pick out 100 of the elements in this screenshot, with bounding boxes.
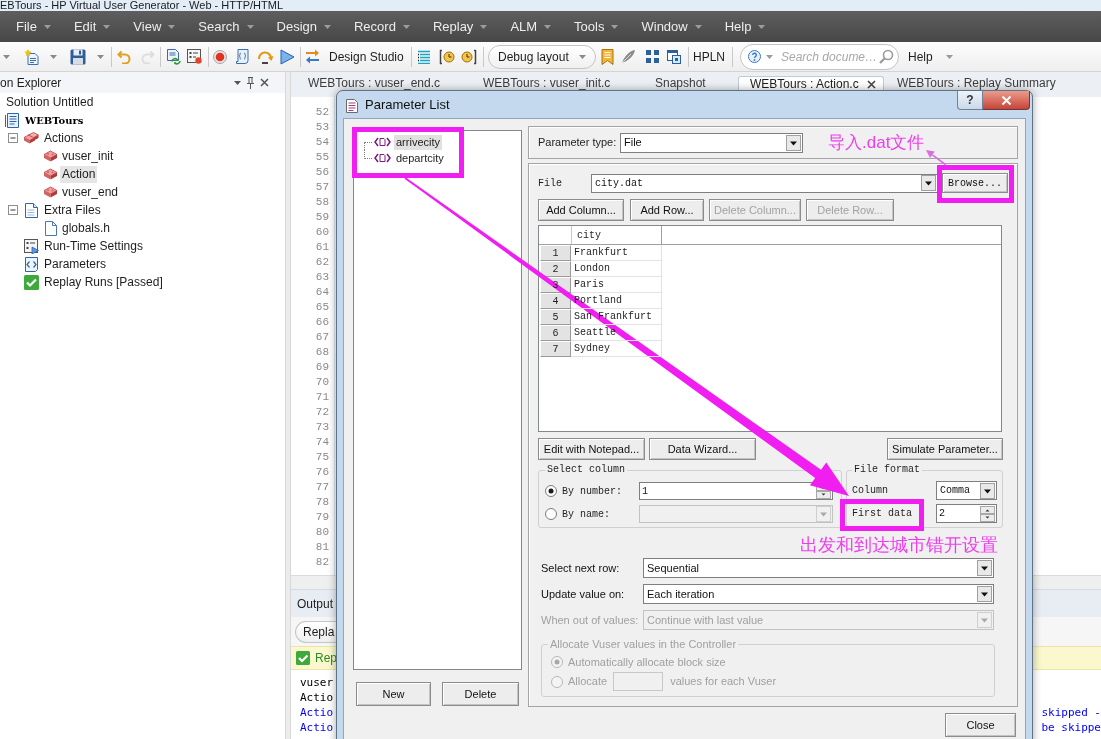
bookmark-icon[interactable] (601, 48, 614, 65)
brick-icon (43, 168, 58, 180)
checklist-icon[interactable] (187, 49, 202, 64)
menu-item[interactable]: File (16, 18, 51, 35)
menu-item[interactable]: Edit (73, 18, 111, 35)
group-title: Select column (546, 464, 626, 476)
play-icon[interactable] (280, 48, 295, 65)
setting-dropdown[interactable]: Sequential (643, 558, 994, 578)
setting-dropdown[interactable]: Each iteration (643, 584, 994, 604)
table-button[interactable]: Add Column... (538, 199, 624, 221)
document-refresh-icon[interactable] (165, 48, 181, 65)
table-cell: Frankfurt (571, 245, 662, 261)
caret-icon (758, 24, 766, 29)
tab[interactable]: WEBTours : vuser_init.c (472, 76, 642, 90)
tab[interactable]: Snapshot (644, 76, 736, 90)
tree-item[interactable]: Extra Files (42, 201, 103, 219)
menu-item[interactable]: View (133, 18, 176, 35)
feather-icon[interactable] (621, 49, 636, 64)
caret-icon[interactable] (97, 54, 104, 59)
count-field[interactable] (613, 672, 664, 691)
list-item[interactable]: arrivecity (394, 134, 442, 150)
caret-icon[interactable] (3, 54, 10, 59)
line-number: 75 (315, 450, 329, 465)
layout-dropdown[interactable]: Debug layout (488, 44, 596, 69)
search-icon[interactable] (879, 48, 894, 64)
window-close-button[interactable] (983, 91, 1030, 110)
tree-item[interactable]: Solution Untitled (4, 93, 96, 111)
script-icon[interactable] (235, 49, 249, 64)
save-icon[interactable] (70, 48, 86, 65)
caret-icon (246, 24, 254, 29)
table-button[interactable]: Add Row... (630, 199, 704, 221)
spinner-icon[interactable] (980, 505, 995, 522)
design-studio-button[interactable]: Design Studio (329, 47, 407, 66)
tree-item[interactable]: Actions (42, 129, 86, 147)
browse-button[interactable]: Browse... (942, 173, 1008, 193)
help-button[interactable]: ? (957, 91, 983, 110)
menu-item[interactable]: Replay (432, 18, 488, 35)
menu-item[interactable]: Record (354, 18, 410, 35)
tab[interactable]: WEBTours : Replay Summary (886, 76, 1091, 90)
data-button[interactable]: Edit with Notepad... (538, 438, 645, 460)
replay-button[interactable]: Repla (295, 620, 336, 643)
line-number: 76 (315, 465, 329, 480)
tab[interactable]: WEBTours : vuser_end.c (297, 76, 470, 90)
radio-button[interactable] (545, 485, 557, 497)
close-icon[interactable] (867, 80, 876, 89)
caret-icon[interactable] (234, 80, 241, 85)
hpln-button[interactable]: HPLN (693, 47, 727, 66)
number-field[interactable]: 1 (639, 482, 833, 500)
record-icon[interactable] (213, 49, 227, 64)
radio-label: Automatically allocate block size (568, 654, 726, 670)
tree-item[interactable]: Action (60, 165, 98, 183)
clock-icon[interactable] (461, 48, 477, 65)
number-field[interactable]: 2 (936, 504, 997, 523)
output-line: skipped - (1041, 705, 1101, 720)
data-button[interactable]: Data Wizard... (649, 438, 756, 460)
tree-item[interactable]: WEBTours (23, 111, 86, 129)
output-line: Actio (300, 690, 334, 705)
field-label: File (538, 176, 563, 191)
pin-icon[interactable] (247, 76, 254, 89)
tree-item[interactable]: vuser_init (60, 147, 116, 165)
line-number: 67 (315, 330, 329, 345)
check-icon (296, 651, 310, 665)
menu-item[interactable]: ALM (510, 18, 552, 35)
close-button[interactable]: Close (945, 713, 1016, 737)
curved-arrow-icon[interactable] (257, 48, 274, 65)
list-button[interactable]: Delete (442, 682, 519, 706)
clock-icon[interactable] (439, 48, 455, 65)
file-combo[interactable]: city.dat (591, 173, 938, 193)
list-item[interactable]: departcity (394, 150, 446, 166)
data-button[interactable]: Simulate Parameter... (887, 438, 1003, 460)
swap-arrows-icon[interactable] (305, 49, 320, 64)
menu-item[interactable]: Help (724, 18, 766, 35)
list-icon[interactable] (417, 49, 431, 64)
line-number: 73 (315, 420, 329, 435)
line-number: 53 (315, 120, 329, 135)
collapse-icon[interactable] (8, 205, 18, 215)
windows-icon[interactable] (667, 49, 681, 64)
tree-item[interactable]: Replay Runs [Passed] (42, 273, 165, 291)
caret-icon[interactable] (50, 54, 57, 59)
menu-item[interactable]: Window (641, 18, 702, 35)
collapse-icon[interactable] (8, 133, 18, 143)
close-icon[interactable] (260, 78, 269, 87)
line-number: 65 (315, 300, 329, 315)
tree-item[interactable]: Parameters (42, 255, 109, 273)
menu-item[interactable]: Design (276, 18, 331, 35)
line-number: 79 (315, 510, 329, 525)
caret-icon (694, 24, 702, 29)
tree-item[interactable]: globals.h (60, 219, 113, 237)
line-number: 52 (315, 105, 329, 120)
help-menu-button[interactable]: Help (908, 47, 953, 66)
list-button[interactable]: New (356, 682, 431, 706)
delimiter-dropdown[interactable]: Comma (936, 481, 997, 500)
menu-item[interactable]: Tools (574, 18, 619, 35)
tree-item[interactable]: vuser_end (60, 183, 121, 201)
type-dropdown[interactable]: File (620, 132, 803, 153)
search-field[interactable]: Search docume… (740, 43, 899, 70)
tree-item[interactable]: Run-Time Settings (42, 237, 145, 255)
grid-icon[interactable] (646, 50, 659, 63)
menu-item[interactable]: Search (198, 18, 254, 35)
new-script-icon[interactable] (24, 48, 40, 65)
